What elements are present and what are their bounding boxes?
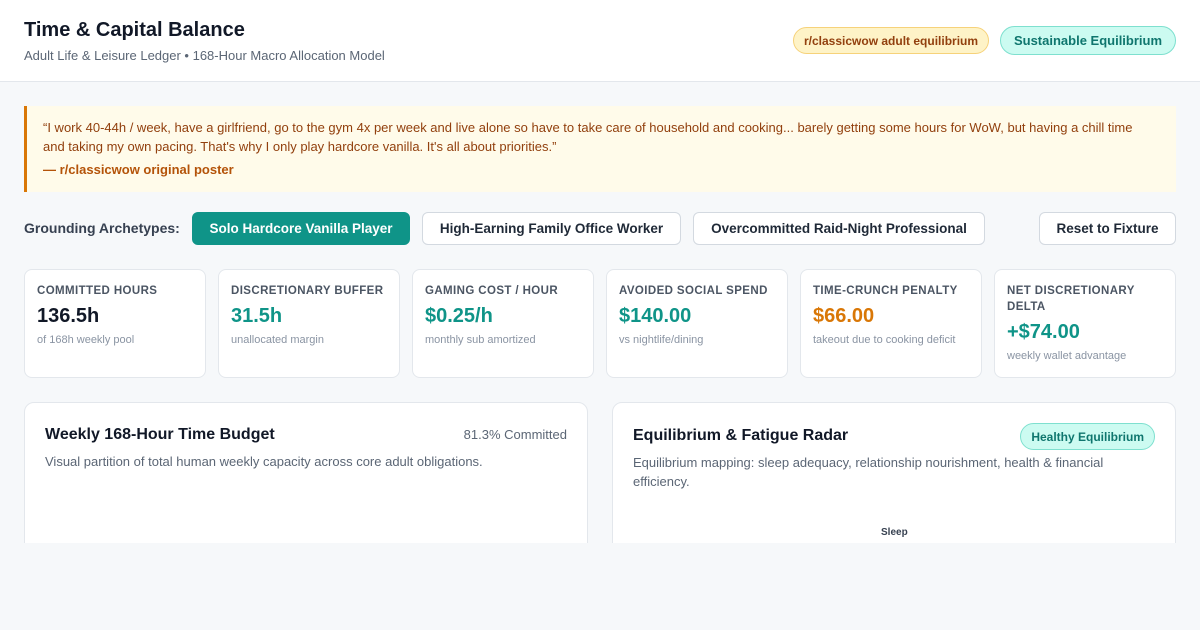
time-budget-committed: 81.3% Committed [463,427,567,442]
metric-value: $140.00 [619,305,692,327]
metric-caption: vs nightlife/dining [619,334,704,346]
metric-label: Discretionary Buffer [231,285,384,297]
page-subtitle: Adult Life & Leisure Ledger • 168-Hour M… [24,48,385,63]
metric-caption: of 168h weekly pool [37,334,135,346]
metric-caption: weekly wallet advantage [1007,350,1127,362]
archetypes-label: Grounding Archetypes: [24,220,180,236]
time-budget-title: Weekly 168-Hour Time Budget [45,426,275,443]
metrics-row: Committed Hours 136.5h of 168h weekly po… [24,269,1176,378]
metric-value: $66.00 [813,305,875,327]
quote-block: “I work 40-44h / week, have a girlfriend… [24,106,1176,192]
archetype-solo-hardcore-button[interactable]: Solo Hardcore Vanilla Player [192,212,410,245]
metric-card-net-discretionary-delta: Net Discretionary Delta +$74.00 weekly w… [994,269,1176,378]
radar-description: Equilibrium mapping: sleep adequacy, rel… [633,455,1104,489]
metric-label: Avoided Social Spend [619,285,768,297]
metric-caption: takeout due to cooking deficit [813,334,956,346]
metric-label: Time-Crunch Penalty [813,285,958,297]
metric-card-committed-hours: Committed Hours 136.5h of 168h weekly po… [24,269,206,378]
radar-axis-label-sleep: Sleep [881,527,908,538]
metric-value: 31.5h [231,305,283,327]
metric-card-time-crunch-penalty: Time-Crunch Penalty $66.00 takeout due t… [800,269,982,378]
status-badge: Sustainable Equilibrium [1000,26,1176,55]
metric-value: +$74.00 [1007,321,1080,343]
metric-caption: unallocated margin [231,334,324,346]
source-badge: r/classicwow adult equilibrium [793,27,990,54]
metric-label: Net Discretionary Delta [1007,285,1135,313]
metric-caption: monthly sub amortized [425,334,536,346]
quote-author: — r/classicwow original poster [43,162,234,177]
metric-value: $0.25/h [425,305,493,327]
reset-fixture-button[interactable]: Reset to Fixture [1039,212,1176,245]
app-header: Time & Capital Balance Adult Life & Leis… [0,0,1200,82]
metric-value: 136.5h [37,305,100,327]
page-background-fill [0,543,1200,630]
metric-label: Committed Hours [37,285,158,297]
page-title: Time & Capital Balance [24,19,245,41]
radar-status-badge: Healthy Equilibrium [1020,423,1155,450]
archetype-raid-night-button[interactable]: Overcommitted Raid-Night Professional [693,212,985,245]
time-budget-description: Visual partition of total human weekly c… [45,454,483,469]
metric-card-discretionary-buffer: Discretionary Buffer 31.5h unallocated m… [218,269,400,378]
archetype-family-office-button[interactable]: High-Earning Family Office Worker [422,212,681,245]
metric-label: Gaming Cost / Hour [425,285,559,297]
metric-card-gaming-cost: Gaming Cost / Hour $0.25/h monthly sub a… [412,269,594,378]
quote-text: “I work 40-44h / week, have a girlfriend… [43,120,1133,154]
metric-card-avoided-social-spend: Avoided Social Spend $140.00 vs nightlif… [606,269,788,378]
radar-title: Equilibrium & Fatigue Radar [633,427,849,444]
